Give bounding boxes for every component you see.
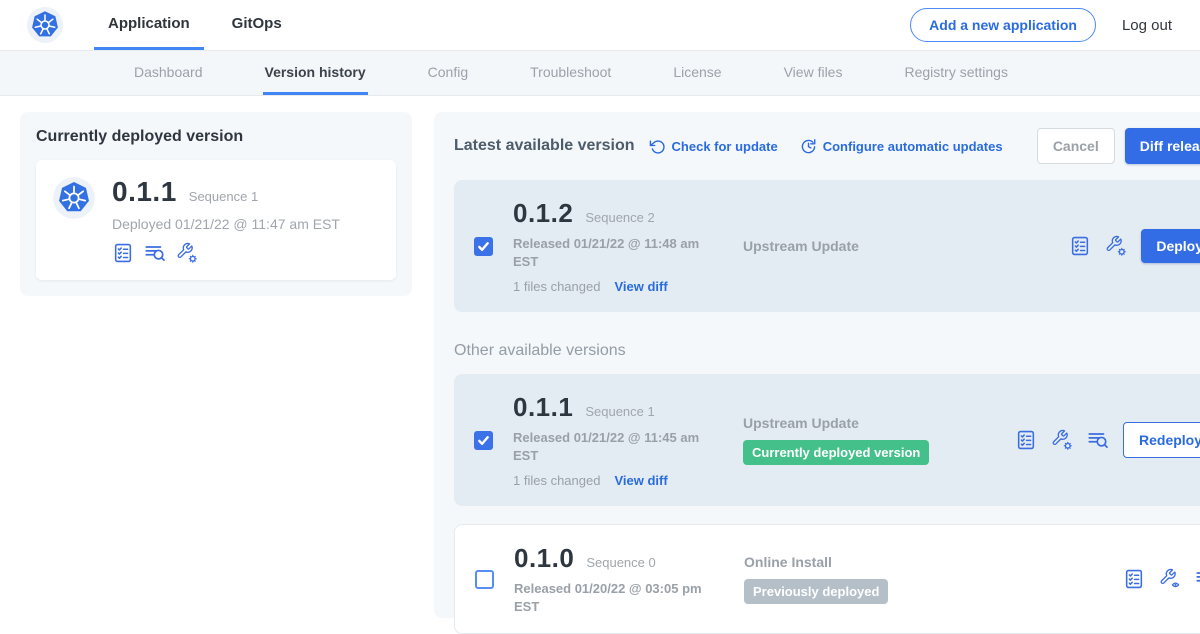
deploy-logs-icon[interactable] [1195, 568, 1200, 590]
redeploy-button[interactable]: Redeploy [1123, 422, 1200, 458]
subnav-config[interactable]: Config [426, 51, 470, 95]
view-diff-link[interactable]: View diff [614, 279, 667, 294]
deployed-version-card: 0.1.1 Sequence 1 Deployed 01/21/22 @ 11:… [36, 160, 396, 280]
configure-auto-updates-label: Configure automatic updates [823, 139, 1003, 154]
version-row-0-1-2: 0.1.2 Sequence 2 Released 01/21/22 @ 11:… [454, 180, 1200, 312]
previously-deployed-badge: Previously deployed [744, 579, 888, 604]
version-row-0-1-0: 0.1.0 Sequence 0 Released 01/20/22 @ 03:… [454, 524, 1200, 634]
deploy-logs-icon[interactable] [144, 242, 166, 264]
tab-gitops[interactable]: GitOps [218, 0, 296, 50]
diff-releases-button[interactable]: Diff releases [1125, 128, 1200, 164]
latest-version-title: Latest available version [454, 137, 635, 155]
sequence-label: Sequence 0 [586, 555, 655, 570]
tab-gitops-label: GitOps [232, 15, 282, 32]
refresh-icon [649, 138, 666, 155]
released-timestamp: Released 01/21/22 @ 11:48 am EST [513, 235, 731, 270]
tab-application[interactable]: Application [94, 0, 204, 50]
latest-version-header: Latest available version Check for updat… [454, 128, 1200, 164]
version-number: 0.1.1 [513, 392, 573, 423]
subnav-registry-settings[interactable]: Registry settings [902, 51, 1009, 95]
version-history-panel: Latest available version Check for updat… [434, 112, 1200, 618]
subnav-version-history[interactable]: Version history [263, 51, 368, 95]
logout-link[interactable]: Log out [1122, 17, 1172, 34]
deployed-version-number: 0.1.1 [112, 176, 177, 208]
subnav-view-files[interactable]: View files [782, 51, 845, 95]
released-timestamp: Released 01/21/22 @ 11:45 am EST [513, 429, 731, 464]
files-changed-label: 1 files changed [513, 279, 600, 294]
subnav-license[interactable]: License [671, 51, 723, 95]
sequence-label: Sequence 2 [585, 210, 654, 225]
deploy-button[interactable]: Deploy [1141, 229, 1200, 263]
version-checkbox[interactable] [475, 570, 494, 589]
edit-config-icon[interactable] [176, 242, 198, 264]
tab-application-label: Application [108, 15, 190, 32]
edit-config-icon[interactable] [1051, 429, 1073, 451]
add-application-button[interactable]: Add a new application [910, 8, 1096, 42]
version-row-0-1-1: 0.1.1 Sequence 1 Released 01/21/22 @ 11:… [454, 374, 1200, 506]
app-sub-nav: Dashboard Version history Config Trouble… [0, 50, 1200, 96]
version-checkbox[interactable] [474, 237, 493, 256]
auto-update-clock-icon [800, 138, 817, 155]
app-logo-icon [52, 176, 96, 220]
subnav-dashboard[interactable]: Dashboard [132, 51, 205, 95]
preflight-checks-icon[interactable] [1015, 429, 1037, 451]
version-source-label: Upstream Update [743, 415, 1015, 431]
edit-config-icon[interactable] [1105, 235, 1127, 257]
version-source-label: Online Install [744, 554, 1016, 570]
view-config-icon[interactable] [1159, 568, 1181, 590]
version-checkbox[interactable] [474, 431, 493, 450]
subnav-troubleshoot[interactable]: Troubleshoot [528, 51, 613, 95]
check-for-update-link[interactable]: Check for update [649, 138, 778, 155]
view-diff-link[interactable]: View diff [614, 473, 667, 488]
preflight-checks-icon[interactable] [1069, 235, 1091, 257]
currently-deployed-panel: Currently deployed version 0.1.1 Sequenc… [20, 112, 412, 296]
check-for-update-label: Check for update [672, 139, 778, 154]
deployed-timestamp: Deployed 01/21/22 @ 11:47 am EST [112, 216, 340, 232]
top-nav: Application GitOps Add a new application… [0, 0, 1200, 50]
preflight-checks-icon[interactable] [1123, 568, 1145, 590]
other-versions-title: Other available versions [454, 342, 1200, 360]
deploy-logs-icon[interactable] [1087, 429, 1109, 451]
sequence-label: Sequence 1 [585, 404, 654, 419]
configure-auto-updates-link[interactable]: Configure automatic updates [800, 138, 1003, 155]
top-tabs: Application GitOps [94, 0, 310, 50]
deployed-sequence-label: Sequence 1 [189, 189, 258, 204]
currently-deployed-title: Currently deployed version [36, 128, 396, 146]
top-nav-right: Add a new application Log out [910, 8, 1200, 42]
currently-deployed-badge: Currently deployed version [743, 440, 929, 465]
preflight-checks-icon[interactable] [112, 242, 134, 264]
version-number: 0.1.2 [513, 198, 573, 229]
version-number: 0.1.0 [514, 543, 574, 574]
version-source-label: Upstream Update [743, 238, 1015, 254]
files-changed-label: 1 files changed [513, 473, 600, 488]
released-timestamp: Released 01/20/22 @ 03:05 pm EST [514, 580, 732, 615]
cancel-button[interactable]: Cancel [1037, 128, 1115, 164]
kubernetes-logo-icon [26, 6, 64, 44]
